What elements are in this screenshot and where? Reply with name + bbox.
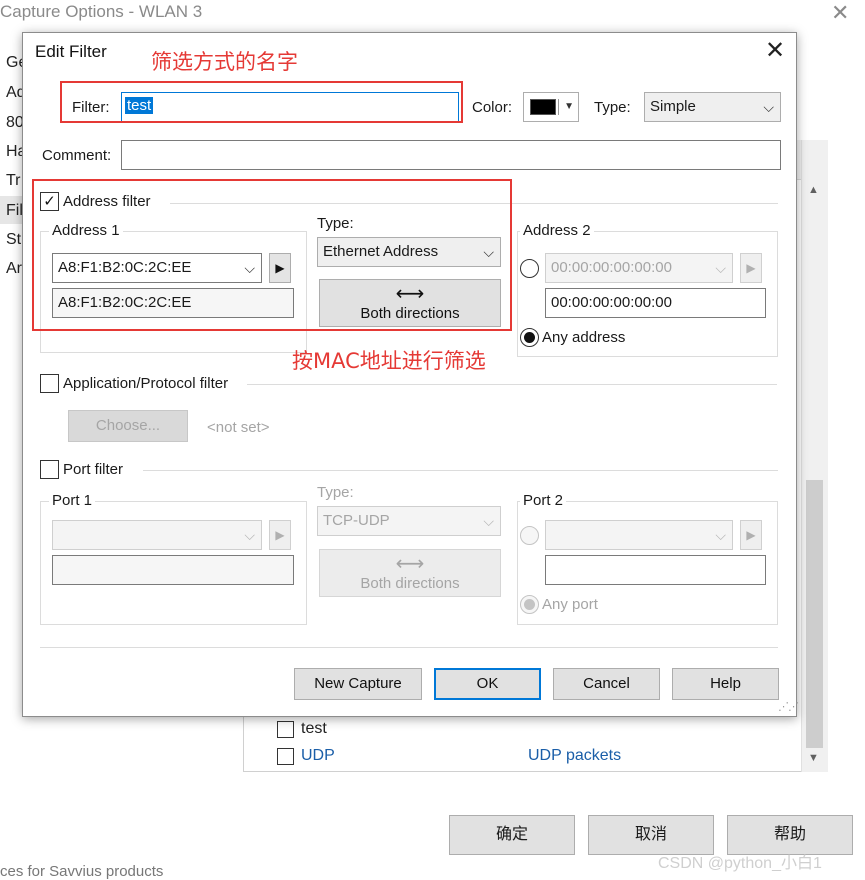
- address2-label: Address 2: [520, 222, 594, 239]
- address-filter-highlight: [32, 179, 512, 331]
- address2-book-button[interactable]: ▶: [740, 253, 762, 283]
- both-directions-icon: ⟷: [395, 553, 425, 575]
- port-type-label: Type:: [317, 484, 354, 501]
- any-port-label[interactable]: Any port: [542, 596, 598, 613]
- scroll-up-icon[interactable]: ▲: [808, 184, 819, 196]
- row-checkbox-udp[interactable]: [277, 748, 294, 765]
- ok-button[interactable]: 确定: [449, 815, 575, 855]
- app-filter-label[interactable]: Application/Protocol filter: [63, 375, 228, 392]
- app-not-set-text: <not set>: [207, 419, 270, 436]
- filter-type-select[interactable]: Simple ⌵: [644, 92, 781, 122]
- port-type-value: TCP-UDP: [323, 512, 390, 529]
- port1-display: [52, 555, 294, 585]
- cancel-button[interactable]: Cancel: [553, 668, 660, 700]
- row-description-udp: UDP packets: [528, 747, 622, 764]
- scroll-down-icon[interactable]: ▼: [808, 752, 819, 764]
- sidebar-item-analysis[interactable]: Ar: [6, 260, 22, 278]
- dialog-title: Edit Filter: [35, 42, 107, 61]
- comment-label: Comment:: [42, 147, 112, 164]
- port2-combo[interactable]: ⌵: [545, 520, 733, 550]
- new-capture-button[interactable]: New Capture: [294, 668, 422, 700]
- any-address-radio[interactable]: [520, 328, 539, 347]
- scrollbar-thumb[interactable]: [806, 480, 823, 748]
- sidebar-item-filters[interactable]: Fil: [6, 202, 23, 220]
- chevron-down-icon: ▼: [564, 101, 574, 112]
- mac-filter-annotation: 按MAC地址进行筛选: [292, 349, 486, 373]
- ok-button[interactable]: OK: [434, 668, 541, 700]
- help-button[interactable]: Help: [672, 668, 779, 700]
- row-name-test[interactable]: test: [301, 720, 327, 738]
- port2-book-button[interactable]: ▶: [740, 520, 762, 550]
- sidebar-item-triggers[interactable]: Tr: [6, 172, 21, 190]
- port-direction-label: Both directions: [360, 575, 460, 592]
- port1-label: Port 1: [49, 492, 96, 509]
- chevron-down-icon: ⌵: [244, 527, 255, 543]
- color-swatch: [530, 99, 556, 115]
- filter-name-highlight: [60, 81, 463, 123]
- close-icon[interactable]: ✕: [760, 36, 790, 66]
- watermark: CSDN @python_小白1: [658, 855, 822, 872]
- type-label: Type:: [594, 99, 631, 116]
- divider: [40, 647, 778, 648]
- row-checkbox-test[interactable]: [277, 721, 294, 738]
- address2-radio[interactable]: [520, 259, 539, 278]
- sidebar-item-statistics[interactable]: St: [6, 231, 21, 249]
- window-title: Capture Options - WLAN 3: [0, 2, 203, 21]
- port-filter-checkbox[interactable]: [40, 460, 59, 479]
- port-type-select[interactable]: TCP-UDP ⌵: [317, 506, 501, 536]
- app-filter-checkbox[interactable]: [40, 374, 59, 393]
- port2-display: [545, 555, 766, 585]
- address2-display: 00:00:00:00:00:00: [545, 288, 766, 318]
- port1-book-button[interactable]: ▶: [269, 520, 291, 550]
- color-picker[interactable]: ▼: [523, 92, 579, 122]
- port-direction-button[interactable]: ⟷ Both directions: [319, 549, 501, 597]
- port1-combo[interactable]: ⌵: [52, 520, 262, 550]
- port2-label: Port 2: [520, 492, 567, 509]
- address2-value: 00:00:00:00:00:00: [551, 259, 672, 276]
- savvius-link[interactable]: ces for Savvius products: [0, 863, 163, 880]
- chevron-down-icon: ⌵: [715, 527, 726, 543]
- resize-grip-icon[interactable]: ⋰⋰: [778, 700, 799, 713]
- chevron-down-icon: ⌵: [715, 260, 726, 276]
- close-icon[interactable]: ✕: [831, 0, 849, 26]
- divider: [247, 384, 777, 385]
- row-name-udp[interactable]: UDP: [301, 747, 335, 765]
- divider: [143, 470, 778, 471]
- filter-name-annotation: 筛选方式的名字: [151, 50, 298, 74]
- any-port-radio[interactable]: [520, 595, 539, 614]
- any-address-label[interactable]: Any address: [542, 329, 625, 346]
- chevron-down-icon: ⌵: [483, 513, 494, 529]
- port-filter-label[interactable]: Port filter: [63, 461, 123, 478]
- color-label: Color:: [472, 99, 513, 116]
- filter-type-value: Simple: [650, 98, 696, 115]
- port2-radio[interactable]: [520, 526, 539, 545]
- comment-input[interactable]: [121, 140, 781, 170]
- choose-button[interactable]: Choose...: [68, 410, 188, 442]
- chevron-down-icon: ⌵: [763, 99, 774, 115]
- address2-combo[interactable]: 00:00:00:00:00:00 ⌵: [545, 253, 733, 283]
